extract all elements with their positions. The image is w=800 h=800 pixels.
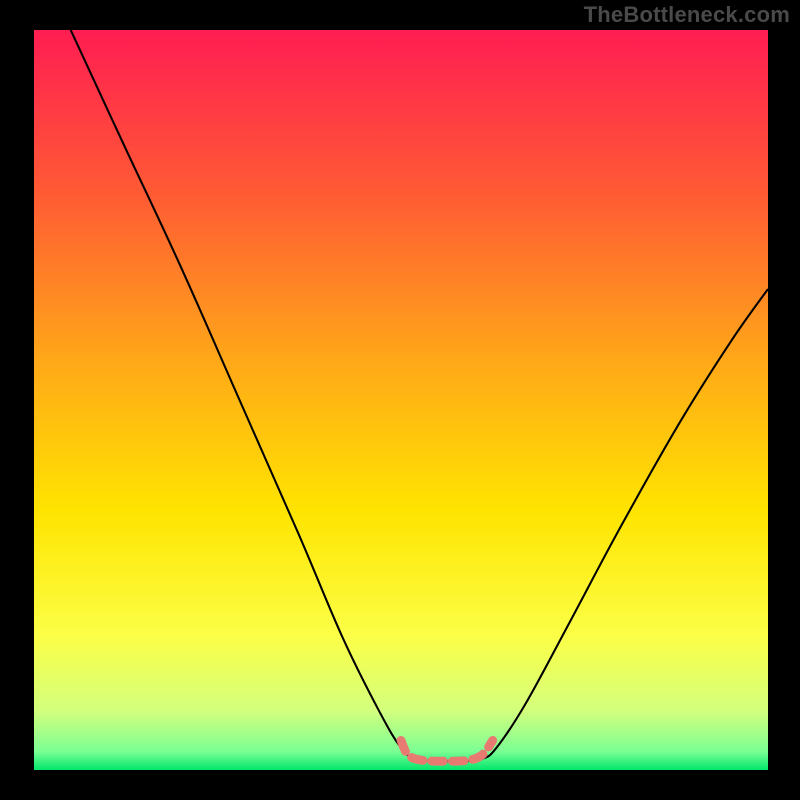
- floor-marker: [401, 740, 493, 761]
- bottleneck-curve: [71, 30, 768, 761]
- chart-frame: TheBottleneck.com: [0, 0, 800, 800]
- plot-area: [34, 30, 768, 770]
- watermark-text: TheBottleneck.com: [584, 2, 790, 28]
- curve-layer: [34, 30, 768, 770]
